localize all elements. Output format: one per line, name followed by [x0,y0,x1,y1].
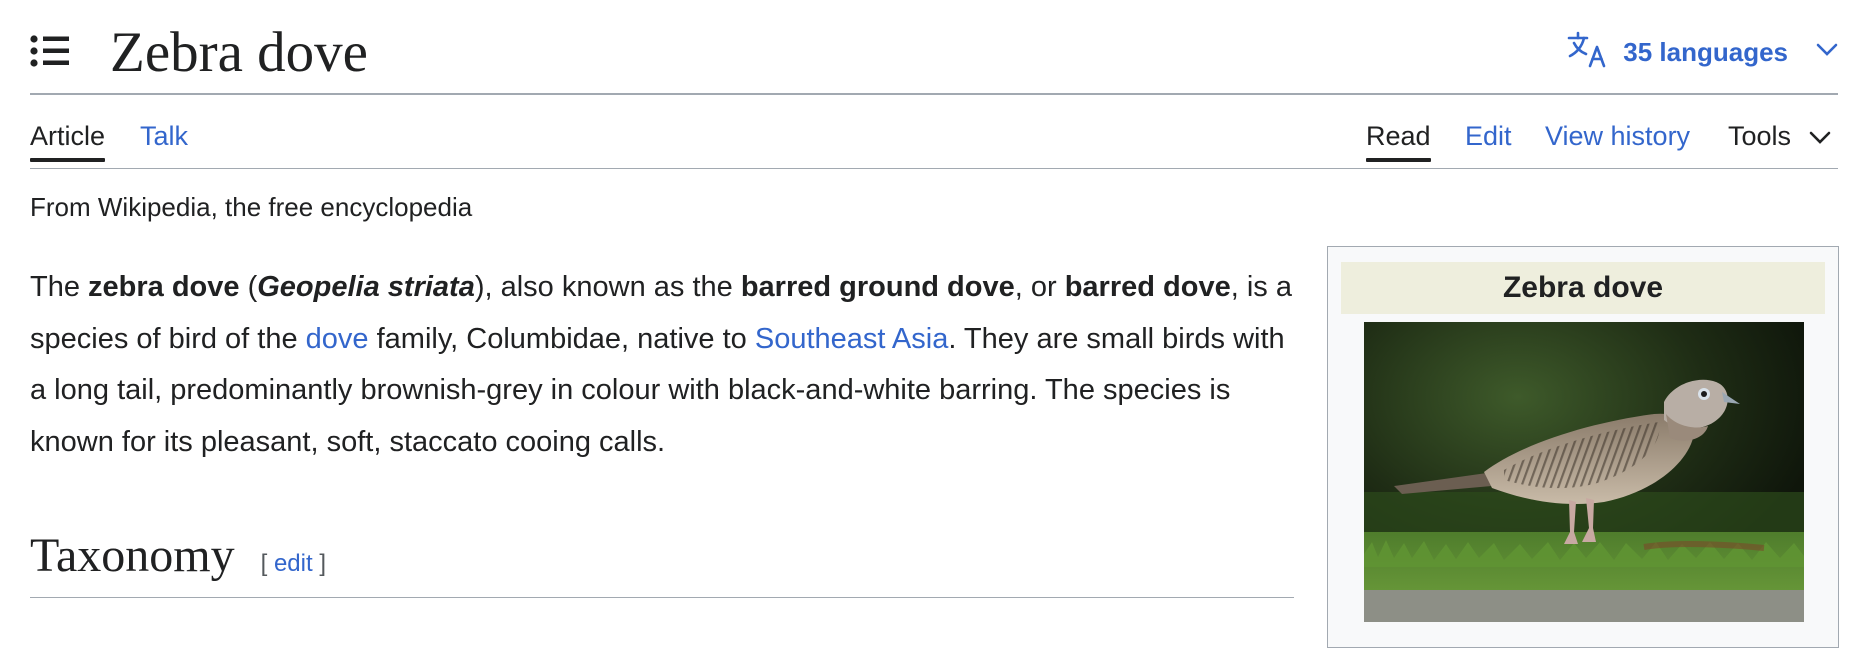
tab-view-history[interactable]: View history [1545,116,1690,156]
section-edit: [ edit ] [260,550,326,577]
translate-icon [1567,31,1609,74]
infobox-image[interactable] [1364,322,1804,622]
tabs-divider [30,168,1838,169]
lead-paragraph: The zebra dove (Geopelia striata), also … [30,271,1292,458]
languages-button[interactable]: 35 languages [1567,28,1838,76]
languages-label: 35 languages [1623,36,1788,67]
tools-dropdown[interactable]: Tools [1728,116,1831,156]
infobox: Zebra dove [1327,246,1839,648]
tab-read[interactable]: Read [1366,116,1431,162]
toc-list-icon[interactable] [30,34,70,68]
section-edit-link[interactable]: edit [274,550,313,577]
link-dove[interactable]: dove [306,323,369,355]
chevron-down-icon [1809,116,1831,156]
tab-article[interactable]: Article [30,116,106,162]
section-heading-taxonomy: Taxonomy [ edit ] [30,528,326,584]
tab-edit[interactable]: Edit [1465,116,1512,156]
section-divider [30,597,1294,598]
infobox-title: Zebra dove [1341,262,1825,314]
title-divider [30,93,1838,95]
section-title: Taxonomy [30,529,235,582]
site-tagline: From Wikipedia, the free encyclopedia [30,192,473,222]
page-title: Zebra dove [110,21,368,84]
tools-label: Tools [1728,121,1792,151]
tab-talk[interactable]: Talk [140,116,188,156]
link-southeast-asia[interactable]: Southeast Asia [755,323,948,355]
chevron-down-icon [1816,43,1838,62]
